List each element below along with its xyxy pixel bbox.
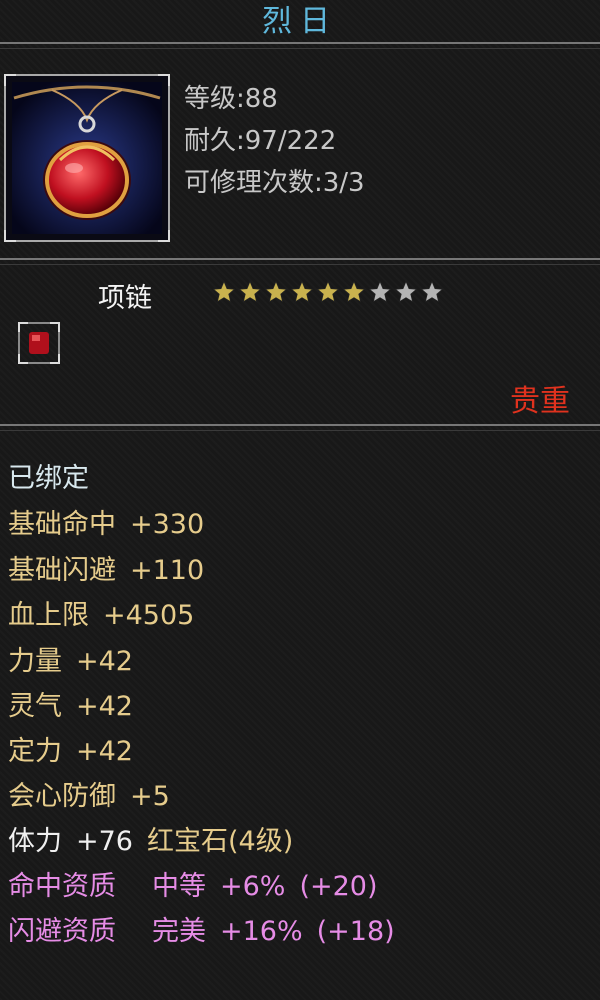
attribute-name: 基础闪避: [8, 555, 116, 586]
attribute-value: +42: [76, 736, 133, 767]
item-level: 等级:88: [184, 84, 278, 114]
quality-extra: (+20): [299, 871, 378, 902]
attribute-value: +76: [76, 826, 133, 857]
attribute-row: 会心防御 +5: [8, 774, 170, 813]
ruby-necklace-icon: [12, 82, 162, 234]
star-empty-icon: [394, 280, 418, 303]
star-filled-icon: [316, 280, 340, 303]
attribute-value: +42: [76, 646, 133, 677]
star-filled-icon: [238, 280, 262, 303]
attribute-value: +4505: [103, 600, 195, 631]
quality-bonus: +6%: [220, 871, 286, 902]
star-filled-icon: [264, 280, 288, 303]
gem-name: 红宝石(4级): [146, 826, 294, 857]
quality-name: 闪避资质: [8, 916, 116, 947]
gem-slot[interactable]: [18, 322, 60, 364]
attribute-row: 定力 +42: [8, 729, 133, 768]
attribute-row: 力量 +42: [8, 639, 133, 678]
attribute-value: +110: [130, 555, 205, 586]
star-filled-icon: [342, 280, 366, 303]
divider: [0, 258, 600, 265]
attribute-name: 定力: [8, 736, 62, 767]
attribute-name: 基础命中: [8, 509, 116, 540]
star-filled-icon: [290, 280, 314, 303]
item-repair-count: 可修理次数:3/3: [184, 168, 365, 198]
divider: [0, 42, 600, 49]
attribute-name: 会心防御: [8, 781, 116, 812]
quality-grade: 中等: [152, 871, 206, 902]
item-name: 烈日: [262, 4, 338, 39]
item-durability: 耐久:97/222: [184, 126, 337, 156]
attribute-value: +5: [130, 781, 170, 812]
quality-row: 命中资质 中等 +6% (+20): [8, 864, 378, 903]
attribute-row: 灵气 +42: [8, 684, 133, 723]
attribute-row: 血上限 +4505: [8, 593, 194, 632]
bound-status: 已绑定: [8, 463, 89, 494]
attribute-value: +42: [76, 691, 133, 722]
quality-extra: (+18): [316, 916, 395, 947]
rarity-label: 贵重: [510, 384, 570, 419]
star-filled-icon: [212, 280, 236, 303]
star-empty-icon: [368, 280, 392, 303]
star-rating: [212, 280, 444, 304]
divider: [0, 424, 600, 431]
attribute-value: +330: [130, 509, 205, 540]
quality-grade: 完美: [152, 916, 206, 947]
quality-name: 命中资质: [8, 871, 116, 902]
quality-bonus: +16%: [220, 916, 303, 947]
attribute-row: 基础闪避 +110: [8, 548, 204, 587]
attribute-row: 基础命中 +330: [8, 502, 204, 541]
gem-attribute-row: 体力 +76 红宝石(4级): [8, 819, 293, 858]
attribute-name: 灵气: [8, 691, 62, 722]
ruby-gem-icon: [29, 332, 49, 354]
attribute-name: 力量: [8, 646, 62, 677]
item-type: 项链: [98, 283, 152, 314]
attribute-name: 血上限: [8, 600, 89, 631]
star-empty-icon: [420, 280, 444, 303]
attribute-name: 体力: [8, 826, 62, 857]
quality-row: 闪避资质 完美 +16% (+18): [8, 909, 395, 948]
item-icon-frame[interactable]: [4, 74, 170, 242]
